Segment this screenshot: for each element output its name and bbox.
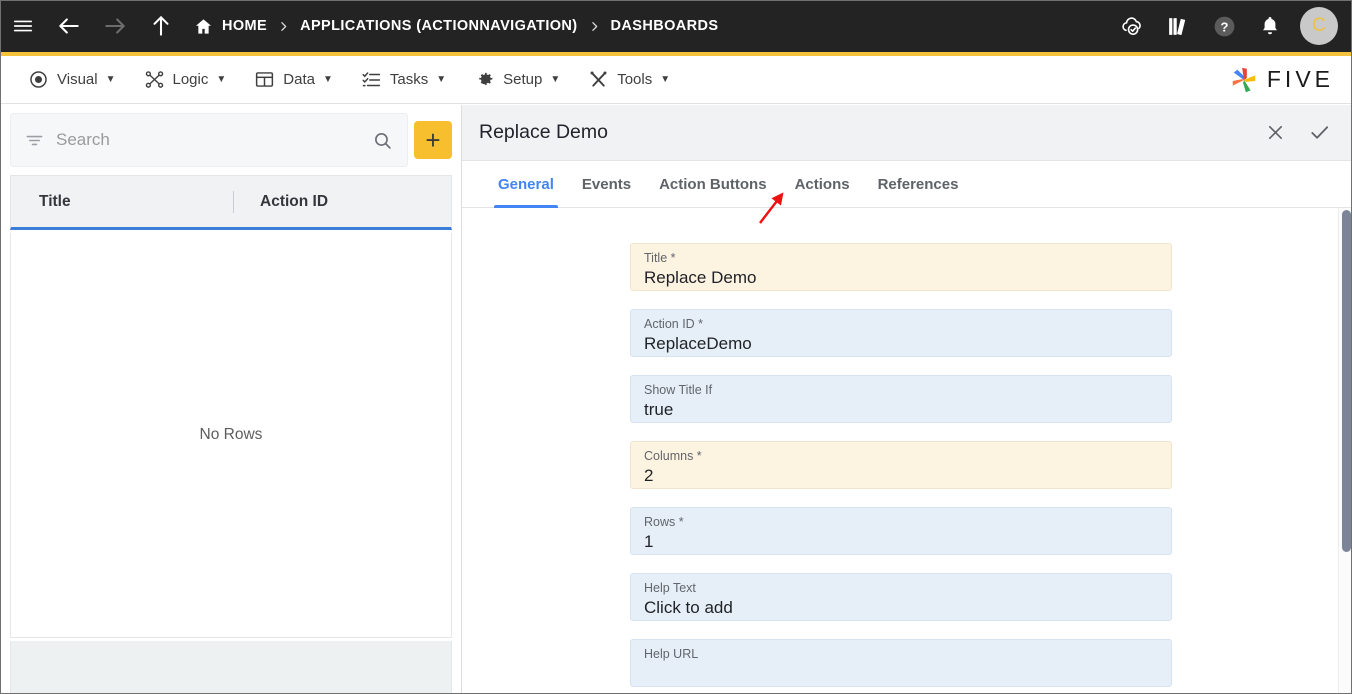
column-header-title[interactable]: Title: [11, 193, 233, 211]
detail-panel-header: Replace Demo: [462, 105, 1352, 161]
menu-item-tasks[interactable]: Tasks ▼: [347, 56, 460, 104]
breadcrumb-item-dashboards[interactable]: DASHBOARDS: [611, 18, 719, 34]
avatar-initial: C: [1312, 15, 1326, 36]
gear-icon: [474, 69, 495, 90]
field-label-columns: Columns *: [644, 449, 702, 463]
field-label-title: Title *: [644, 251, 676, 265]
field-rows[interactable]: Rows * 1: [630, 507, 1172, 555]
search-row: +: [10, 113, 452, 167]
detail-panel-actions: [1258, 116, 1352, 150]
field-show-title-if[interactable]: Show Title If true: [630, 375, 1172, 423]
field-title[interactable]: Title * Replace Demo: [630, 243, 1172, 291]
field-value-action-id: ReplaceDemo: [644, 334, 752, 353]
application-menu-bar: Visual ▼ Logic ▼ Data ▼ Tasks ▼ Setup ▼ …: [0, 56, 1352, 104]
tab-general[interactable]: General: [484, 161, 568, 208]
svg-text:?: ?: [1220, 19, 1228, 34]
field-value-rows: 1: [644, 532, 654, 551]
up-arrow-icon[interactable]: [138, 0, 184, 52]
home-icon: [194, 17, 213, 36]
column-header-action-id[interactable]: Action ID: [234, 193, 328, 211]
menu-label-data: Data: [283, 71, 315, 88]
tab-action-buttons[interactable]: Action Buttons: [645, 161, 780, 208]
records-table-header: Title Action ID: [10, 175, 452, 230]
empty-state-message: No Rows: [199, 426, 263, 443]
field-label-show-title-if: Show Title If: [644, 383, 713, 397]
field-help-url[interactable]: Help URL: [630, 639, 1172, 687]
detail-tabs: General Events Action Buttons Actions Re…: [462, 161, 1352, 208]
eye-icon: [28, 69, 49, 90]
logic-nodes-icon: [144, 69, 165, 90]
breadcrumb-label-applications: APPLICATIONS (ACTIONNAVIGATION): [300, 18, 578, 34]
tab-events[interactable]: Events: [568, 161, 645, 208]
filter-icon[interactable]: [25, 131, 44, 150]
field-help-text[interactable]: Help Text Click to add: [630, 573, 1172, 621]
menu-label-visual: Visual: [57, 71, 98, 88]
tab-references[interactable]: References: [864, 161, 973, 208]
chevron-down-icon: ▼: [105, 74, 116, 85]
field-label-help-text: Help Text: [644, 581, 696, 595]
search-icon[interactable]: [372, 130, 399, 151]
chevron-down-icon: ▼: [436, 74, 447, 85]
field-value-show-title-if: true: [644, 400, 674, 419]
menu-label-tools: Tools: [617, 71, 653, 88]
search-input[interactable]: [56, 130, 360, 150]
add-record-button[interactable]: +: [414, 121, 452, 159]
records-table-footer: [10, 641, 452, 694]
breadcrumb-item-home[interactable]: HOME: [194, 17, 267, 36]
menu-item-visual[interactable]: Visual ▼: [14, 56, 130, 104]
chevron-down-icon: ▼: [322, 74, 333, 85]
confirm-check-icon[interactable]: [1302, 116, 1336, 150]
record-detail-panel: Replace Demo General Events Action Butto…: [462, 105, 1352, 694]
breadcrumb-item-applications[interactable]: APPLICATIONS (ACTIONNAVIGATION): [300, 18, 577, 34]
hamburger-menu-icon[interactable]: [0, 0, 46, 52]
brand-text: FIVE: [1266, 66, 1334, 92]
page-title: Replace Demo: [479, 121, 608, 143]
help-icon[interactable]: ?: [1204, 6, 1244, 46]
close-icon[interactable]: [1258, 116, 1292, 150]
field-label-action-id: Action ID *: [644, 317, 704, 331]
field-label-help-url: Help URL: [644, 647, 699, 661]
top-bar-actions: ? C: [1112, 6, 1352, 46]
breadcrumb-separator-2: [578, 20, 611, 33]
breadcrumb-label-dashboards: DASHBOARDS: [610, 18, 719, 34]
chevron-down-icon: ▼: [550, 74, 561, 85]
field-value-title: Replace Demo: [644, 268, 757, 287]
field-columns[interactable]: Columns * 2: [630, 441, 1172, 489]
menu-item-logic[interactable]: Logic ▼: [130, 56, 241, 104]
menu-item-setup[interactable]: Setup ▼: [460, 56, 574, 104]
form-scrollbar-thumb[interactable]: [1342, 210, 1351, 552]
grid-table-icon: [254, 69, 275, 90]
cloud-check-icon[interactable]: [1112, 6, 1152, 46]
notifications-bell-icon[interactable]: [1250, 6, 1290, 46]
brand-logo: FIVE: [1229, 65, 1334, 95]
form-scrollbar[interactable]: [1338, 208, 1352, 694]
chevron-down-icon: ▼: [216, 74, 227, 85]
menu-label-tasks: Tasks: [389, 71, 429, 88]
forward-arrow-icon: [92, 0, 138, 52]
field-value-columns: 2: [644, 466, 654, 485]
field-action-id[interactable]: Action ID * ReplaceDemo: [630, 309, 1172, 357]
avatar[interactable]: C: [1300, 7, 1338, 45]
field-label-rows: Rows *: [644, 515, 684, 529]
general-tab-form: Title * Replace Demo Action ID * Replace…: [462, 208, 1352, 694]
field-value-help-text: Click to add: [644, 598, 733, 617]
breadcrumb-label-home: HOME: [222, 18, 268, 34]
menu-item-tools[interactable]: Tools ▼: [574, 56, 684, 104]
checklist-icon: [361, 69, 382, 90]
menu-label-setup: Setup: [503, 71, 543, 88]
five-pinwheel-logo-icon: [1229, 65, 1259, 95]
tab-actions[interactable]: Actions: [781, 161, 864, 208]
library-books-icon[interactable]: [1158, 6, 1198, 46]
breadcrumb-separator: [267, 20, 300, 33]
menu-label-logic: Logic: [172, 71, 209, 88]
tools-wrench-icon: [588, 69, 609, 90]
plus-icon: +: [425, 125, 441, 155]
records-table-body: No Rows: [10, 233, 452, 638]
menu-item-data[interactable]: Data ▼: [240, 56, 347, 104]
back-arrow-icon[interactable]: [46, 0, 92, 52]
chevron-down-icon: ▼: [660, 74, 671, 85]
top-navigation-bar: HOME APPLICATIONS (ACTIONNAVIGATION) DAS…: [0, 0, 1352, 52]
search-box[interactable]: [10, 113, 408, 167]
records-list-panel: + Title Action ID No Rows: [0, 105, 462, 694]
